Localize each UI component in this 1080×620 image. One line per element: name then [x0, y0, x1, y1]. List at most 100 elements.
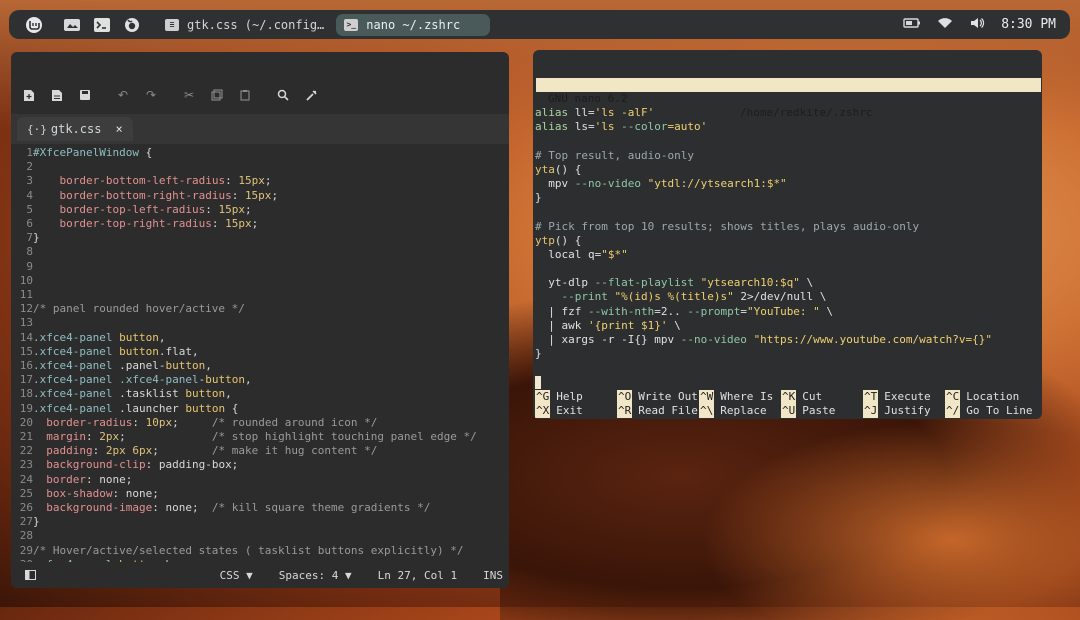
shortcut-key: ^K [781, 390, 797, 405]
shortcut-label: Read File [638, 404, 698, 418]
terminal-icon[interactable] [91, 14, 113, 36]
line-number: 11 [19, 288, 33, 302]
code-line: 22 padding: 2px 6px; /* make it hug cont… [11, 444, 509, 458]
task-label: nano ~/.zshrc [366, 17, 461, 32]
shortcut-key: ^O [617, 390, 633, 405]
code-line: 26 background-image: none; /* kill squar… [11, 501, 509, 515]
line-text: padding: 2px 6px; /* make it hug content… [46, 444, 378, 458]
code-line: 19 .xfce4-panel .launcher button { [11, 402, 509, 416]
chevron-down-icon: ▼ [246, 568, 253, 582]
line-text: .xfce4-panel .panel-button, [33, 359, 212, 373]
line-number: 9 [26, 259, 33, 273]
code-line: 8 [11, 245, 509, 259]
shortcut-label: Paste [802, 404, 836, 418]
code-area[interactable]: 1 #XfcePanelWindow {2 3 border-bottom-left… [11, 146, 509, 588]
editor-toolbar: ↶ ↷ ✂ [11, 80, 509, 110]
shortcut-item: ^R Read File [617, 404, 699, 419]
line-number: 8 [26, 245, 33, 259]
line-number: 18 [19, 387, 33, 401]
line-text: } [33, 231, 40, 245]
shortcut-item: ^/ Go To Line [945, 404, 1032, 419]
tab-gtk-css[interactable]: {·} gtk.css × [17, 117, 133, 141]
nano-line: --print "%(id)s %(title)s" 2>/dev/null \ [561, 290, 827, 304]
sidebar-toggle-icon[interactable] [19, 564, 41, 586]
close-icon[interactable]: × [115, 122, 122, 136]
line-number: 6 [26, 217, 33, 231]
new-file-icon[interactable] [15, 81, 43, 109]
shortcut-key: ^X [535, 404, 551, 419]
code-line: 18 .xfce4-panel .tasklist button, [11, 387, 509, 401]
code-line: 3 border-bottom-left-radius: 15px; [11, 174, 509, 188]
code-line: 28 [11, 529, 509, 543]
clock[interactable]: 8:30 PM [1001, 17, 1056, 32]
file-manager-icon[interactable] [61, 14, 83, 36]
paste-icon[interactable] [231, 81, 259, 109]
shortcut-row: ^X Exit ^R Read File ^\ Replace ^U Paste ^J Justi… [535, 404, 1040, 419]
code-line: 16 .xfce4-panel .panel-button, [11, 359, 509, 373]
line-text: .xfce4-panel button.flat, [33, 344, 199, 358]
nano-line [535, 361, 1040, 375]
volume-icon[interactable] [969, 16, 985, 33]
nano-line: alias ls='ls --color=auto' [535, 120, 708, 134]
line-number: 16 [19, 359, 33, 373]
line-text: border-top-right-radius: 15px; [59, 217, 259, 231]
search-icon[interactable] [269, 81, 297, 109]
terminal-icon: >_ [344, 18, 359, 31]
nano-shortcut-bar: ^G Help ^O Write Out ^W Where Is ^K Cut ^T Execut… [535, 390, 1040, 419]
wifi-icon[interactable] [937, 17, 953, 32]
task-gtk-css[interactable]: ≡ gtk.css (~/.config… [157, 14, 332, 36]
line-number: 15 [19, 344, 33, 358]
shortcut-label: Exit [556, 404, 583, 418]
nano-line: local q="$*" [535, 247, 628, 261]
firefox-icon[interactable] [121, 14, 143, 36]
open-file-icon[interactable] [43, 81, 71, 109]
code-line: 1 #XfcePanelWindow { [11, 146, 509, 160]
redo-icon[interactable]: ↷ [137, 81, 165, 109]
line-number: 4 [26, 188, 33, 202]
line-text: .xfce4-panel .launcher button { [33, 401, 239, 415]
shortcut-item: ^O Write Out [617, 390, 699, 405]
nano-cursor-line [535, 376, 1040, 390]
cursor-position[interactable]: Ln 27, Col 1 [378, 569, 457, 582]
chevron-down-icon: ▼ [345, 568, 352, 582]
nano-buffer[interactable]: alias ll='ls -alF' alias ls='ls --color=a… [535, 106, 1040, 390]
cut-icon[interactable]: ✂ [175, 81, 203, 109]
task-nano-zshrc[interactable]: >_ nano ~/.zshrc [336, 13, 491, 36]
line-number: 27 [19, 515, 33, 529]
undo-icon[interactable]: ↶ [109, 81, 137, 109]
nano-line: alias ll='ls -alF' [535, 106, 655, 119]
linux-mint-menu-icon[interactable] [23, 14, 45, 36]
line-number: 7 [26, 231, 33, 245]
line-number: 24 [19, 472, 33, 486]
terminal-window: GNU nano 6.2 /home/redkite/.zshrc alias … [533, 50, 1042, 419]
top-panel: ≡ gtk.css (~/.config… >_ nano ~/.zshrc 8… [9, 10, 1070, 39]
code-line: 20 border-radius: 10px; /* rounded aroun… [11, 416, 509, 430]
nano-version: GNU nano 6.2 [548, 92, 628, 105]
line-text: border-bottom-right-radius: 15px; [59, 188, 279, 202]
nano-line [535, 205, 1040, 219]
line-text: background-image: none; /* kill square t… [46, 501, 431, 515]
indent-selector[interactable]: Spaces: 4 ▼ [279, 569, 352, 582]
language-label: CSS [219, 568, 240, 582]
line-number: 3 [26, 174, 33, 188]
line-number: 20 [19, 415, 33, 429]
copy-icon[interactable] [203, 81, 231, 109]
tab-label: gtk.css [50, 122, 102, 136]
line-number: 26 [19, 501, 33, 515]
shortcut-item: ^G Help [535, 390, 617, 405]
insert-mode[interactable]: INS [483, 569, 503, 582]
code-line: 27} [11, 515, 509, 529]
line-number: 17 [19, 373, 33, 387]
language-selector[interactable]: CSS ▼ [220, 569, 253, 582]
nano-line [535, 134, 1040, 148]
tools-icon[interactable] [297, 81, 325, 109]
line-number: 10 [19, 273, 33, 287]
save-icon[interactable] [71, 81, 99, 109]
code-line: 7} [11, 231, 509, 245]
editor-statusbar: CSS ▼ Spaces: 4 ▼ Ln 27, Col 1 INS [11, 562, 509, 588]
battery-icon[interactable] [903, 17, 921, 32]
code-line: 25 box-shadow: none; [11, 487, 509, 501]
code-line: 23 background-clip: padding-box; [11, 458, 509, 472]
nano-line: | fzf --with-nth=2.. --prompt="YouTube: … [535, 304, 834, 318]
code-line: 5 border-top-left-radius: 15px; [11, 203, 509, 217]
